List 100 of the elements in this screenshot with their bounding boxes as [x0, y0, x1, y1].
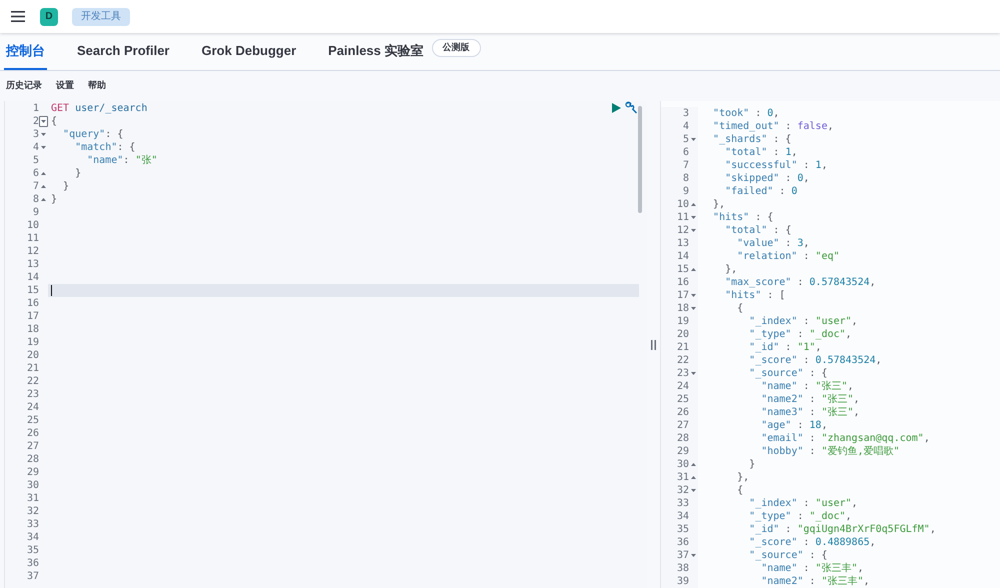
tab[interactable]: Grok Debugger: [200, 34, 298, 70]
line-number: 34: [676, 510, 689, 523]
line-number: 31: [26, 492, 39, 505]
line-number: 16: [26, 297, 39, 310]
menu-icon[interactable]: [11, 11, 25, 22]
line-number: 12: [676, 224, 689, 237]
code-line: "name": "张": [86, 154, 158, 167]
code-line: "_score" : 0.57843524,: [748, 354, 882, 367]
line-number: 27: [676, 419, 689, 432]
line-number: 37: [676, 549, 689, 562]
line-number: 15: [26, 284, 39, 297]
line-number: 36: [676, 536, 689, 549]
line-number: 28: [26, 453, 39, 466]
line-number: 16: [676, 276, 689, 289]
code-line: },: [712, 198, 726, 211]
line-number: 21: [676, 341, 689, 354]
toolbar-link[interactable]: 历史记录: [6, 79, 42, 93]
code-line: "max_score" : 0.57843524,: [724, 276, 876, 289]
code-line: "_source" : {: [748, 367, 828, 380]
line-number: 7: [682, 159, 689, 172]
fold-caret-icon[interactable]: [691, 554, 696, 557]
line-number: 25: [26, 414, 39, 427]
line-number: 17: [676, 289, 689, 302]
line-number: 32: [26, 505, 39, 518]
fold-caret-icon[interactable]: [691, 307, 696, 310]
code-line: }: [62, 180, 70, 193]
line-number: 4: [32, 141, 39, 154]
line-number: 11: [676, 211, 689, 224]
line-number: 27: [26, 440, 39, 453]
code-line: "name2" : "张三丰",: [760, 575, 870, 588]
code-line: "query": {: [62, 128, 124, 141]
space-avatar[interactable]: D: [40, 8, 58, 26]
fold-caret-icon[interactable]: [691, 138, 696, 141]
unfold-caret-icon[interactable]: [691, 476, 696, 479]
code-line: "successful" : 1,: [724, 159, 828, 172]
code-line: "_id" : "1",: [748, 341, 822, 354]
fold-caret-icon[interactable]: [41, 120, 46, 123]
line-number: 14: [676, 250, 689, 263]
line-number: 3: [32, 128, 39, 141]
unfold-caret-icon[interactable]: [41, 185, 46, 188]
code-line: "name" : "张三丰",: [760, 562, 864, 575]
toolbar-link[interactable]: 设置: [56, 79, 74, 93]
line-number: 30: [676, 458, 689, 471]
line-number: 2: [32, 115, 39, 128]
line-number: 20: [676, 328, 689, 341]
code-line: "_type" : "_doc",: [748, 510, 852, 523]
wrench-icon[interactable]: [625, 101, 638, 114]
line-number: 39: [676, 575, 689, 588]
line-number: 9: [682, 185, 689, 198]
fold-caret-icon[interactable]: [41, 133, 46, 136]
line-number: 10: [26, 219, 39, 232]
code-line: "email" : "zhangsan@qq.com",: [760, 432, 930, 445]
code-line: "name2" : "张三",: [760, 393, 860, 406]
code-line: "failed" : 0: [724, 185, 798, 198]
line-number: 37: [26, 570, 39, 583]
line-number: 19: [26, 336, 39, 349]
code-line: {: [51, 115, 58, 128]
code-line: "match": {: [74, 141, 136, 154]
unfold-caret-icon[interactable]: [691, 268, 696, 271]
fold-caret-icon[interactable]: [691, 294, 696, 297]
code-line: "total" : 1,: [724, 146, 798, 159]
line-number: 13: [26, 258, 39, 271]
line-number: 18: [676, 302, 689, 315]
code-line: "relation" : "eq": [736, 250, 840, 263]
code-line: "skipped" : 0,: [724, 172, 810, 185]
fold-caret-icon[interactable]: [691, 372, 696, 375]
code-line: "name3" : "张三",: [760, 406, 860, 419]
resize-handle-icon[interactable]: [651, 340, 656, 350]
tab[interactable]: Search Profiler: [75, 34, 172, 70]
unfold-caret-icon[interactable]: [691, 203, 696, 206]
fold-caret-icon[interactable]: [691, 229, 696, 232]
fold-caret-icon[interactable]: [691, 489, 696, 492]
code-line: "_type" : "_doc",: [748, 328, 852, 341]
tab[interactable]: Painless 实验室: [326, 34, 426, 70]
unfold-caret-icon[interactable]: [41, 172, 46, 175]
line-number: 15: [676, 263, 689, 276]
line-number: 29: [676, 445, 689, 458]
line-number: 8: [32, 193, 39, 206]
code-line: {: [736, 302, 744, 315]
line-number: 11: [26, 232, 39, 245]
beta-badge: 公测版: [432, 39, 480, 57]
toolbar-link[interactable]: 帮助: [88, 79, 106, 93]
line-number: 9: [32, 206, 39, 219]
code-line: "hobby" : "爱钓鱼,爱唱歌": [760, 445, 900, 458]
code-line: "took" : 0,: [712, 107, 780, 120]
line-number: 24: [676, 380, 689, 393]
unfold-caret-icon[interactable]: [691, 463, 696, 466]
code-line: },: [724, 263, 738, 276]
unfold-caret-icon[interactable]: [41, 198, 46, 201]
fold-caret-icon[interactable]: [41, 146, 46, 149]
tab[interactable]: 控制台: [4, 34, 47, 70]
code-line: "age" : 18,: [760, 419, 828, 432]
play-icon[interactable]: [612, 103, 621, 113]
code-line: }: [74, 167, 82, 180]
line-number: 22: [26, 375, 39, 388]
line-number: 5: [682, 133, 689, 146]
fold-caret-icon[interactable]: [691, 216, 696, 219]
line-number: 19: [676, 315, 689, 328]
scrollbar[interactable]: [638, 106, 642, 213]
line-number: 28: [676, 432, 689, 445]
